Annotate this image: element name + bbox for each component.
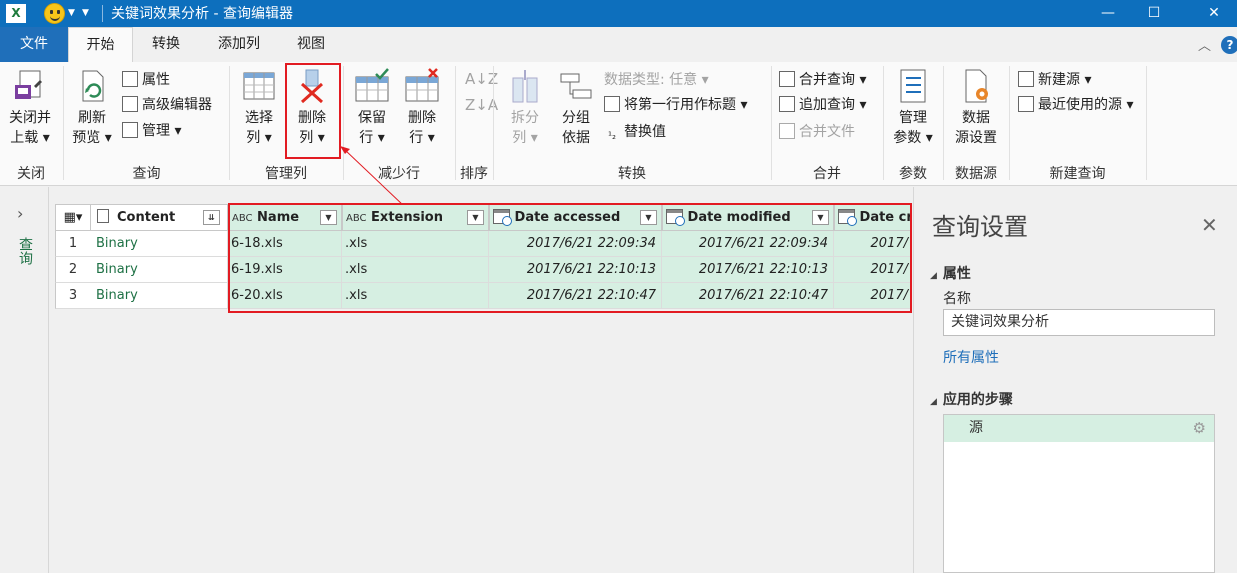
minimize-button[interactable]: —	[1085, 0, 1131, 27]
tab-transform[interactable]: 转换	[135, 27, 197, 62]
data-source-settings-button[interactable]: 数据 源设置	[949, 68, 1003, 148]
queries-pane-label[interactable]: 查询	[15, 237, 35, 265]
collapse-triangle-icon: ◢	[930, 271, 937, 281]
refresh-preview-button[interactable]: 刷新 预览 ▾	[68, 68, 116, 148]
list-icon	[97, 209, 109, 223]
tab-view[interactable]: 视图	[280, 27, 342, 62]
combine-files-button[interactable]: 合并文件	[779, 121, 855, 143]
expand-queries-chevron-icon[interactable]: ›	[17, 204, 23, 223]
group-separator	[1146, 66, 1147, 180]
recent-sources-icon	[1018, 96, 1034, 112]
properties-icon	[122, 71, 138, 87]
group-label-transform: 转换	[618, 166, 646, 182]
new-source-button[interactable]: 新建源 ▾	[1018, 69, 1091, 91]
feedback-dropdown-icon[interactable]: ▼	[68, 8, 75, 18]
table-menu-icon[interactable]: ▦▾	[55, 204, 91, 231]
split-column-icon	[512, 70, 538, 103]
advanced-editor-icon	[122, 96, 138, 112]
merge-queries-button[interactable]: 合并查询 ▾	[779, 69, 866, 91]
split-column-button[interactable]: 拆分 列 ▾	[503, 68, 547, 148]
choose-columns-icon	[243, 72, 275, 100]
applied-steps-header[interactable]: ◢ 应用的步骤	[930, 389, 1013, 409]
feedback-smiley-icon[interactable]	[44, 3, 65, 24]
group-label-data-source: 数据源	[955, 166, 997, 182]
gear-icon[interactable]: ⚙	[1193, 415, 1206, 442]
tab-add-column[interactable]: 添加列	[200, 27, 278, 62]
step-source[interactable]: 源 ⚙	[944, 415, 1214, 442]
keep-rows-button[interactable]: 保留 行 ▾	[350, 68, 394, 148]
data-source-settings-icon	[965, 69, 988, 103]
ribbon-home: 关闭并 上载 ▾ 关闭 刷新 预览 ▾ 属性 高级编辑器 管理 ▾ 查询 选择 …	[0, 62, 1237, 186]
queries-pane-collapsed: › 查询	[0, 187, 49, 573]
group-label-sort: 排序	[460, 166, 488, 182]
use-first-row-headers-button[interactable]: 将第一行用作标题 ▾	[604, 94, 747, 116]
group-label-reduce-rows: 减少行	[378, 166, 420, 182]
collapse-triangle-icon: ◢	[930, 397, 937, 407]
maximize-button[interactable]: ☐	[1131, 0, 1177, 27]
group-by-button[interactable]: 分组 依据	[555, 68, 597, 148]
query-settings-title: 查询设置	[932, 213, 1028, 241]
binary-link[interactable]: Binary	[90, 257, 228, 283]
remove-columns-highlight	[285, 63, 341, 159]
close-icon[interactable]: ✕	[1201, 213, 1218, 237]
combine-files-icon	[779, 123, 795, 139]
query-settings-pane: 查询设置 ✕ ◢ 属性 名称 关键词效果分析 所有属性 ◢ 应用的步骤 源 ⚙	[913, 187, 1237, 573]
refresh-icon	[82, 70, 104, 102]
quick-access-customize-icon[interactable]: ▼	[82, 8, 89, 18]
row-number[interactable]: 3	[55, 283, 91, 309]
applied-steps-list: 源 ⚙	[943, 414, 1215, 573]
close-load-icon	[15, 70, 42, 99]
row-number[interactable]: 2	[55, 257, 91, 283]
all-properties-link[interactable]: 所有属性	[943, 347, 999, 367]
merge-queries-icon	[779, 71, 795, 87]
excel-app-icon: X	[6, 4, 26, 23]
manage-parameters-button[interactable]: 管理 参数 ▾	[889, 68, 937, 148]
expand-column-icon[interactable]: ⇊	[203, 210, 220, 225]
row-number[interactable]: 1	[55, 231, 91, 257]
manage-grid-icon	[122, 122, 138, 138]
window-title: 关键词效果分析 - 查询编辑器	[111, 6, 293, 22]
group-by-icon	[560, 73, 592, 99]
binary-link[interactable]: Binary	[90, 283, 228, 309]
group-label-close: 关闭	[17, 166, 45, 182]
advanced-editor-button[interactable]: 高级编辑器	[122, 94, 212, 116]
manage-query-button[interactable]: 管理 ▾	[122, 120, 181, 142]
tab-file[interactable]: 文件	[0, 27, 68, 62]
close-window-button[interactable]: ✕	[1191, 0, 1237, 27]
title-bar: X ▼ ▼ 关键词效果分析 - 查询编辑器 — ☐ ✕	[0, 0, 1237, 27]
name-label: 名称	[943, 291, 971, 307]
query-name-input[interactable]: 关键词效果分析	[943, 309, 1215, 336]
close-and-load-button[interactable]: 关闭并 上载 ▾	[4, 68, 56, 148]
append-queries-button[interactable]: 追加查询 ▾	[779, 94, 866, 116]
group-label-query: 查询	[132, 166, 161, 182]
remove-rows-icon	[405, 68, 439, 102]
group-label-parameters: 参数	[899, 166, 927, 182]
group-label-combine: 合并	[813, 166, 841, 182]
data-type-dropdown[interactable]: 数据类型: 任意 ▾	[604, 69, 709, 91]
replace-values-button[interactable]: ¹₂ 替换值	[604, 121, 666, 143]
collapse-ribbon-icon[interactable]: ︿	[1198, 35, 1211, 54]
properties-button[interactable]: 属性	[122, 69, 170, 91]
new-source-icon	[1018, 71, 1034, 87]
choose-columns-button[interactable]: 选择 列 ▾	[236, 68, 282, 148]
tab-home[interactable]: 开始	[68, 27, 133, 63]
parameters-icon	[900, 69, 926, 103]
selected-columns-highlight	[228, 203, 912, 313]
replace-values-icon: ¹₂	[607, 131, 617, 142]
title-separator	[102, 5, 103, 22]
group-label-manage-columns: 管理列	[265, 166, 307, 182]
append-queries-icon	[779, 96, 795, 112]
ribbon-tab-bar: 文件 开始 转换 添加列 视图 ︿ ?	[0, 27, 1237, 63]
table-header-icon	[604, 96, 620, 112]
properties-section-header[interactable]: ◢ 属性	[930, 263, 971, 283]
group-label-new-query: 新建查询	[1049, 166, 1106, 182]
recent-sources-button[interactable]: 最近使用的源 ▾	[1018, 94, 1133, 116]
query-editor-window: X ▼ ▼ 关键词效果分析 - 查询编辑器 — ☐ ✕ 文件 开始 转换 添加列…	[0, 0, 1237, 573]
binary-link[interactable]: Binary	[90, 231, 228, 257]
remove-rows-button[interactable]: 删除 行 ▾	[400, 68, 444, 148]
keep-rows-icon	[355, 68, 389, 102]
column-header-content[interactable]: Content ⇊	[90, 204, 228, 231]
help-icon[interactable]: ?	[1221, 36, 1237, 54]
